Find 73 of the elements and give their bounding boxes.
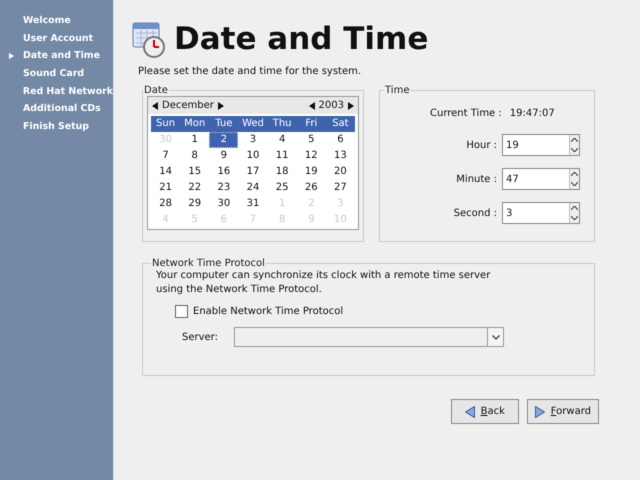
enable-ntp-checkbox[interactable]: Enable Network Time Protocol bbox=[175, 305, 344, 318]
frame-legend: Network Time Protocol bbox=[151, 258, 266, 269]
left-triangle-icon bbox=[464, 406, 475, 418]
forward-button[interactable]: Forward bbox=[526, 399, 599, 424]
calendar-day[interactable]: 8 bbox=[180, 148, 210, 164]
sidebar-item[interactable]: Welcome bbox=[23, 14, 71, 28]
next-year-icon[interactable] bbox=[348, 102, 354, 110]
month-label: December bbox=[162, 100, 214, 111]
calendar-day[interactable]: 27 bbox=[326, 180, 355, 196]
spin-field[interactable]: 47 bbox=[502, 168, 580, 190]
back-button[interactable]: Back bbox=[450, 399, 519, 424]
instructions-text: Please set the date and time for the system. bbox=[138, 66, 362, 77]
spin-field[interactable]: 3 bbox=[502, 202, 580, 224]
calendar-day[interactable]: 28 bbox=[151, 196, 180, 212]
calendar-day[interactable]: 12 bbox=[296, 148, 326, 164]
calendar-day[interactable]: 31 bbox=[238, 196, 268, 212]
calendar-day[interactable]: 17 bbox=[238, 164, 268, 180]
sidebar-item[interactable]: User Account bbox=[23, 32, 94, 45]
previous-year-icon[interactable] bbox=[308, 102, 315, 110]
weekday-label: Tue bbox=[214, 117, 234, 131]
weekday-label: Mon bbox=[183, 117, 206, 131]
sidebar-item[interactable]: Finish Setup bbox=[23, 120, 90, 133]
calendar-day[interactable]: 29 bbox=[180, 196, 210, 212]
calendar-day[interactable]: 3 bbox=[238, 132, 268, 148]
spin-label: Second : bbox=[454, 208, 497, 218]
calendar-day[interactable]: 9 bbox=[209, 148, 238, 164]
previous-month-icon[interactable] bbox=[152, 102, 158, 110]
sidebar-item[interactable]: Red Hat Network bbox=[22, 84, 113, 98]
year-label: 2003 bbox=[318, 100, 344, 111]
frame-legend: Time bbox=[384, 85, 410, 96]
calendar-day[interactable]: 14 bbox=[151, 164, 180, 180]
calendar-day[interactable]: 20 bbox=[326, 164, 355, 180]
spin-label: Minute : bbox=[456, 174, 497, 184]
calendar-day[interactable]: 24 bbox=[238, 180, 268, 196]
current-time-label: Current Time : bbox=[430, 108, 502, 118]
frame-legend: Date bbox=[143, 85, 169, 96]
weekday-label: Wed bbox=[241, 117, 265, 131]
next-month-icon[interactable] bbox=[218, 102, 224, 110]
current-time-value: 19:47:07 bbox=[510, 108, 555, 118]
calendar-day[interactable]: 21 bbox=[151, 180, 180, 196]
calendar-day[interactable]: 15 bbox=[180, 164, 210, 180]
calendar-day[interactable]: 2 bbox=[209, 132, 238, 148]
checkbox[interactable] bbox=[175, 305, 188, 318]
weekday-label: Sun bbox=[155, 117, 176, 131]
right-triangle-icon bbox=[534, 406, 545, 418]
calendar-day[interactable]: 18 bbox=[268, 164, 297, 180]
spin-label: Hour : bbox=[466, 140, 497, 150]
calendar-day[interactable]: 22 bbox=[180, 180, 210, 196]
ntp-description: Your computer can synchronize its clock with a remote time server using the Network Time Protocol. bbox=[156, 269, 492, 297]
page-title: Date and Time bbox=[174, 21, 428, 57]
calendar-day[interactable]: 4 bbox=[268, 132, 297, 148]
calendar-day[interactable]: 7 bbox=[151, 148, 180, 164]
calendar-day[interactable]: 23 bbox=[209, 180, 238, 196]
dropdown-icon[interactable] bbox=[492, 334, 500, 340]
weekday-label: Thu bbox=[272, 117, 293, 131]
calendar-day[interactable]: 30 bbox=[209, 196, 238, 212]
sidebar-item[interactable]: Sound Card bbox=[23, 67, 84, 80]
calendar-day[interactable]: 13 bbox=[326, 148, 355, 164]
calendar-day[interactable]: 5 bbox=[296, 132, 326, 148]
spin-field[interactable]: 19 bbox=[502, 134, 580, 156]
sidebar-item[interactable]: Additional CDs bbox=[23, 102, 101, 116]
calendar-day[interactable]: 26 bbox=[296, 180, 326, 196]
calendar-day[interactable]: 11 bbox=[268, 148, 297, 164]
calendar-day[interactable]: 25 bbox=[268, 180, 297, 196]
calendar-day[interactable]: 1 bbox=[180, 132, 210, 148]
server-label: Server: bbox=[182, 332, 218, 342]
calendar-day[interactable]: 19 bbox=[296, 164, 326, 180]
calendar-day[interactable]: 16 bbox=[209, 164, 238, 180]
weekday-label: Fri bbox=[304, 117, 318, 131]
calendar-day[interactable]: 6 bbox=[326, 132, 355, 148]
calendar-day[interactable]: 10 bbox=[238, 148, 268, 164]
sidebar-item[interactable]: Date and Time bbox=[23, 49, 100, 62]
weekday-label: Sat bbox=[331, 117, 350, 131]
